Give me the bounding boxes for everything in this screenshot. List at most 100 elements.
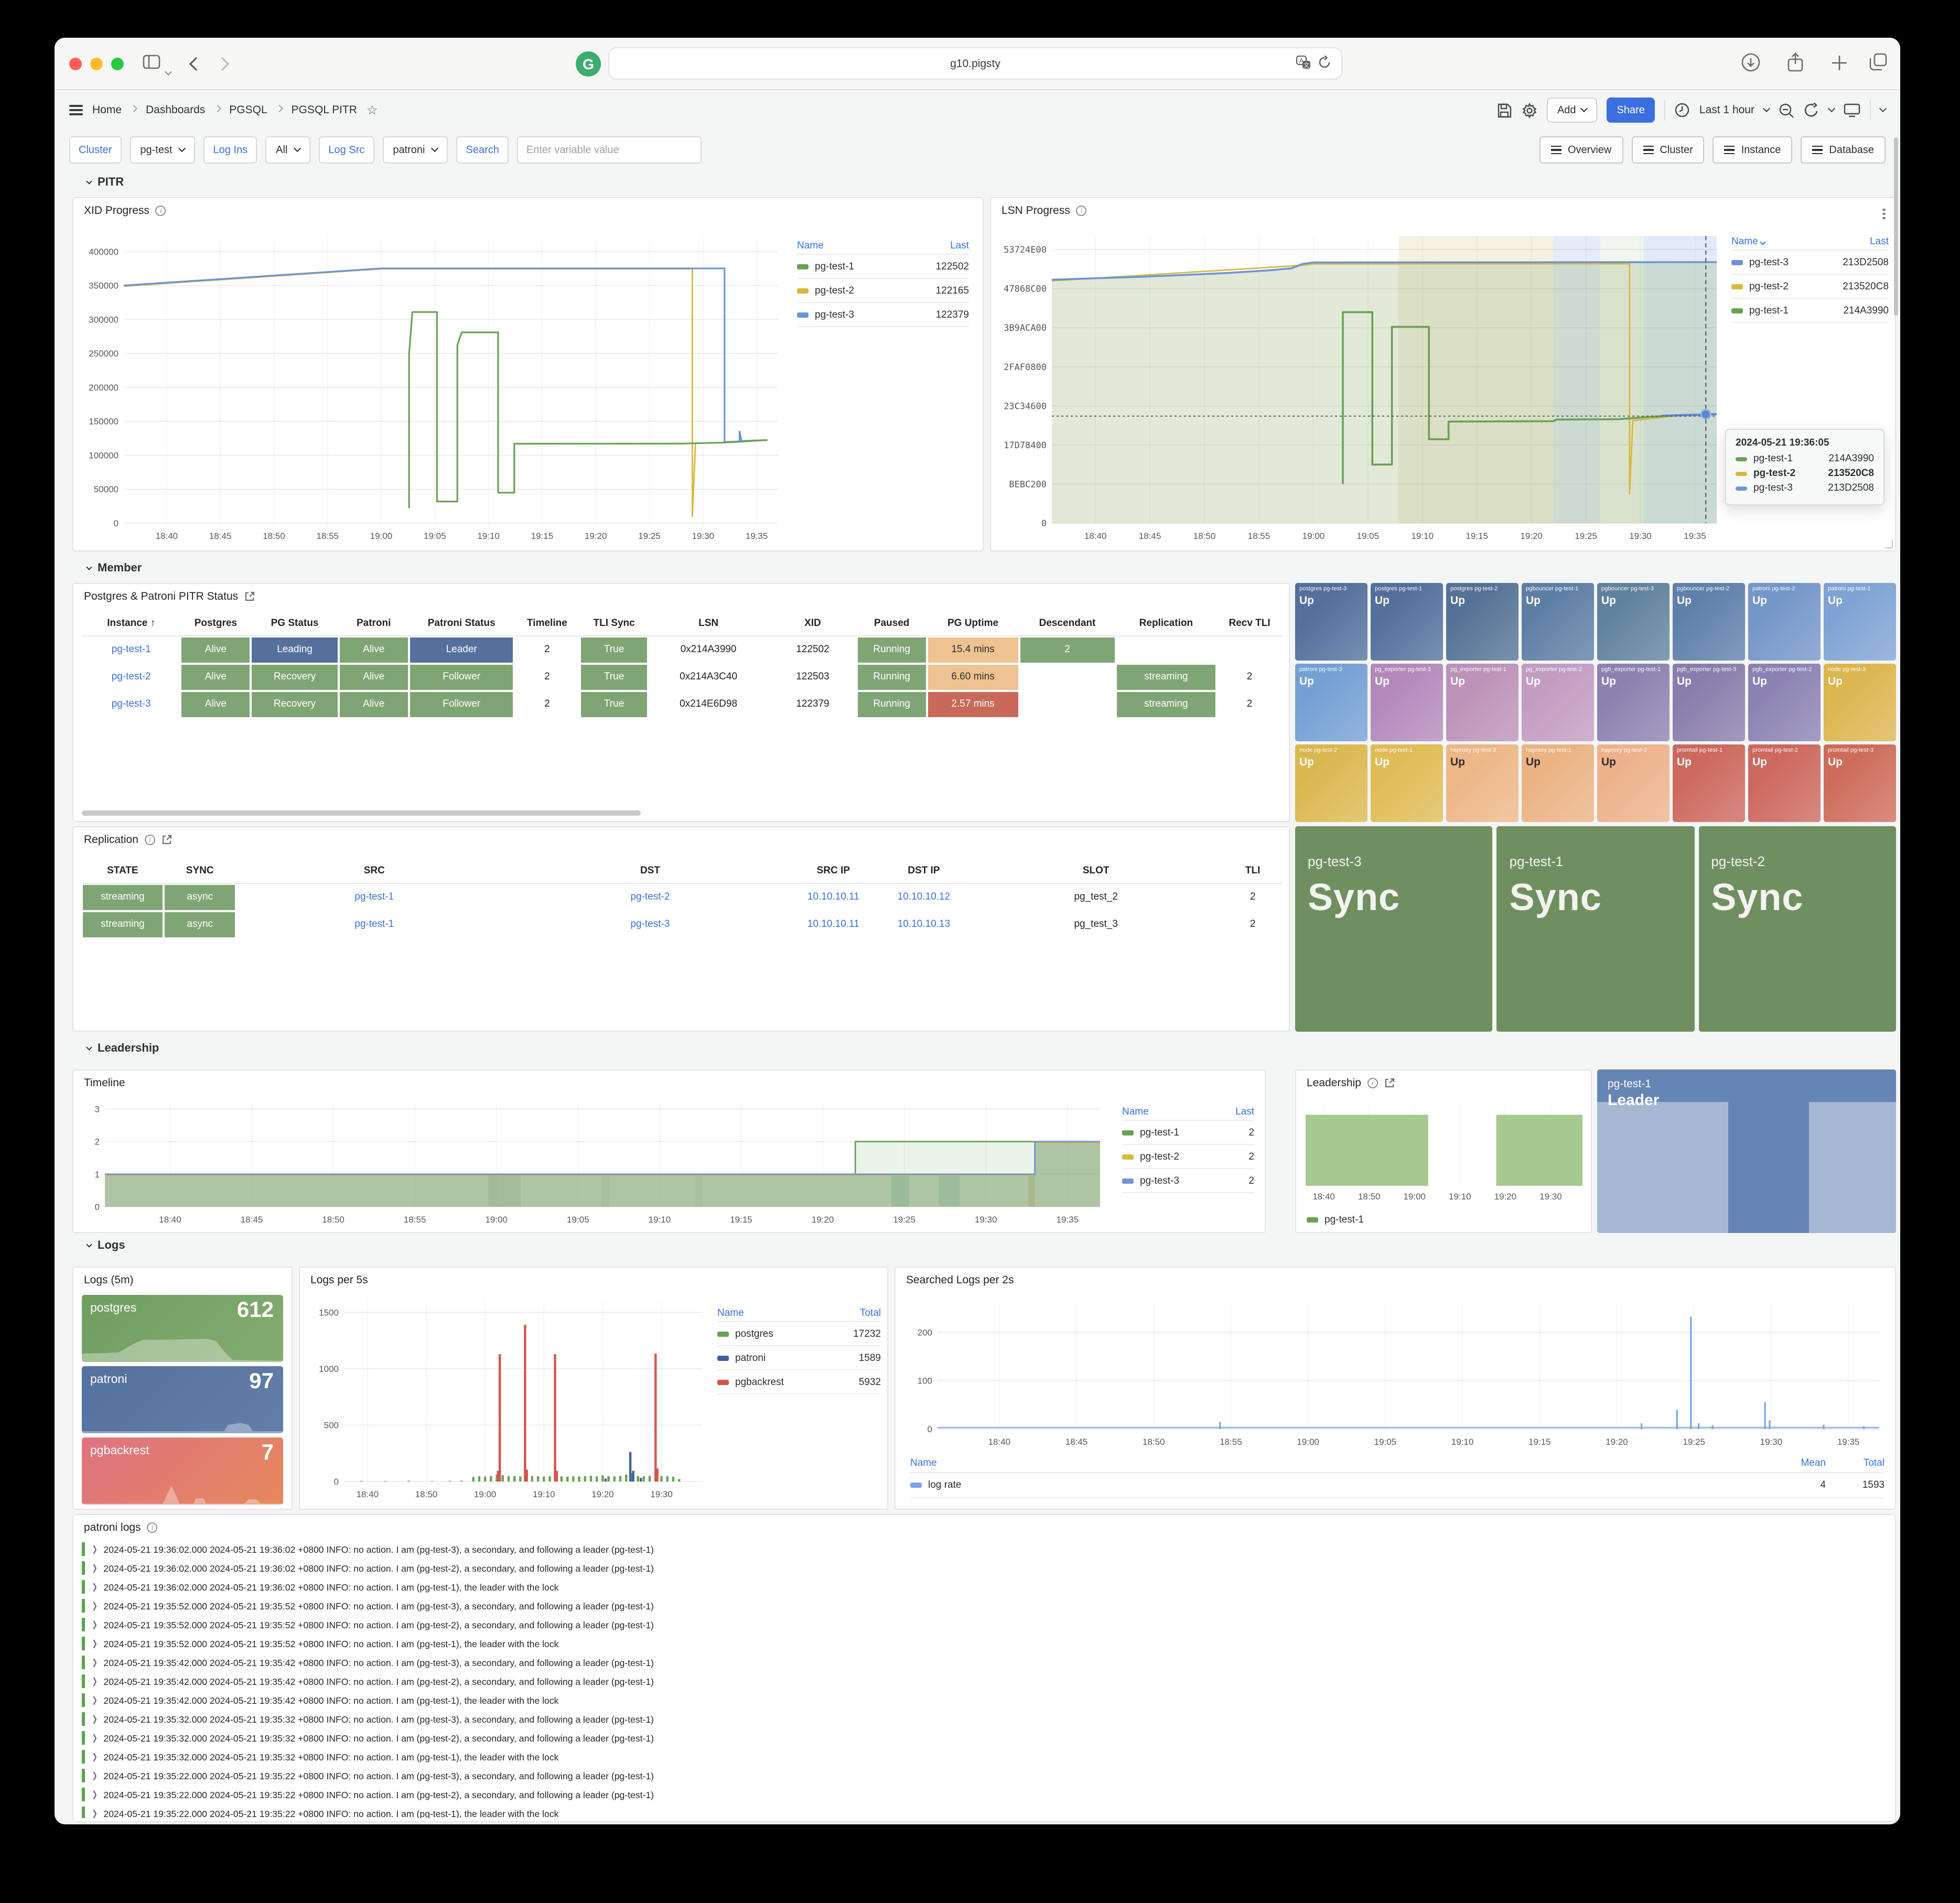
log-count-tile[interactable]: pgbackrest7	[82, 1437, 283, 1505]
table-header[interactable]: TLI	[1223, 859, 1283, 883]
breadcrumb-home[interactable]: Home	[92, 104, 122, 116]
section-logs[interactable]: Logs	[87, 1239, 125, 1252]
status-tile[interactable]: postgres pg-test-1Up	[1371, 583, 1443, 661]
panel-title[interactable]: Logs per 5s	[310, 1274, 368, 1286]
status-tile[interactable]: promtail pg-test-3Up	[1824, 744, 1896, 822]
status-tile[interactable]: pgb_exporter pg-test-3Up	[1673, 664, 1745, 741]
external-link-icon[interactable]	[161, 835, 172, 845]
variable-select-cluster[interactable]: pg-test	[130, 136, 195, 164]
status-tile[interactable]: pgb_exporter pg-test-1Up	[1597, 664, 1670, 741]
log-line[interactable]: ❯2024-05-21 19:35:32.000 2024-05-21 19:3…	[82, 1750, 1887, 1764]
legend-series-name[interactable]: log rate	[928, 1479, 1752, 1491]
status-tile[interactable]: postgres pg-test-3Up	[1295, 583, 1367, 661]
expand-chevron-icon[interactable]: ❯	[92, 1638, 98, 1648]
panel-title[interactable]: Logs (5m)	[84, 1274, 134, 1286]
expand-chevron-icon[interactable]: ❯	[92, 1563, 98, 1572]
status-tile[interactable]: postgres pg-test-2Up	[1446, 583, 1519, 661]
legend-header-name[interactable]: Name	[797, 240, 950, 252]
forward-button[interactable]	[220, 57, 230, 71]
table-header[interactable]: SRC IP	[788, 859, 879, 883]
panel-title[interactable]: XID Progress	[84, 204, 149, 217]
log-line[interactable]: ❯2024-05-21 19:36:02.000 2024-05-21 19:3…	[82, 1542, 1887, 1556]
legend-series-name[interactable]: pg-test-1	[815, 261, 936, 272]
log-line[interactable]: ❯2024-05-21 19:35:42.000 2024-05-21 19:3…	[82, 1693, 1887, 1707]
expand-chevron-icon[interactable]: ❯	[92, 1789, 98, 1799]
panel-title[interactable]: Timeline	[84, 1077, 125, 1089]
table-header[interactable]: Patroni	[339, 611, 409, 636]
panel-title[interactable]: patroni logs	[84, 1521, 141, 1534]
log-line[interactable]: ❯2024-05-21 19:35:22.000 2024-05-21 19:3…	[82, 1769, 1887, 1782]
status-tile[interactable]: pgbouncer pg-test-3Up	[1597, 583, 1670, 661]
legend-series-name[interactable]: pg-test-3	[815, 309, 936, 320]
status-tile[interactable]: haproxy pg-test-1Up	[1522, 744, 1594, 822]
legend-series-name[interactable]: pg-test-2	[815, 285, 936, 296]
table-header[interactable]: PG Uptime	[927, 611, 1019, 636]
search-variable-input[interactable]	[517, 136, 702, 164]
expand-chevron-icon[interactable]: ❯	[92, 1582, 98, 1591]
table-header[interactable]: STATE	[82, 859, 164, 883]
log-count-tile[interactable]: postgres612	[82, 1295, 283, 1362]
log-count-tile[interactable]: patroni97	[82, 1366, 283, 1433]
expand-chevron-icon[interactable]: ❯	[92, 1770, 98, 1780]
panel-resize-handle[interactable]	[1884, 540, 1893, 548]
table-header[interactable]: Paused	[857, 611, 927, 636]
legend-header-value[interactable]: Last	[1235, 1106, 1254, 1118]
external-link-icon[interactable]	[1384, 1078, 1395, 1088]
back-button[interactable]	[189, 57, 198, 71]
add-button[interactable]: Add	[1547, 98, 1597, 123]
address-bar[interactable]: g10.pigsty A文	[608, 47, 1342, 80]
legend-header-value[interactable]: Total	[860, 1307, 881, 1319]
legend-series-name[interactable]: pg-test-1	[1324, 1214, 1364, 1226]
table-header[interactable]: SYNC	[164, 859, 236, 883]
table-cell-link[interactable]: pg-test-1	[83, 637, 179, 663]
legend-header-value[interactable]: Last	[950, 240, 969, 252]
legend-header-name[interactable]: Name	[717, 1307, 860, 1319]
view-button-database[interactable]: Database	[1801, 136, 1886, 164]
legend-series-name[interactable]: pg-test-1	[1140, 1127, 1248, 1138]
legend-header-value[interactable]: Last	[1870, 236, 1889, 247]
table-cell-link[interactable]: pg-test-1	[238, 885, 511, 910]
refresh-icon[interactable]	[1804, 102, 1819, 118]
zoom-window-button[interactable]	[111, 58, 124, 70]
minimize-window-button[interactable]	[90, 58, 103, 70]
table-header[interactable]: Patroni Status	[409, 611, 514, 636]
expand-chevron-icon[interactable]: ❯	[92, 1714, 98, 1723]
status-tile[interactable]: patroni pg-test-3Up	[1295, 664, 1367, 741]
time-range-caret-icon[interactable]	[1763, 105, 1770, 112]
table-header[interactable]: TLI Sync	[580, 611, 648, 636]
table-header[interactable]: XID	[769, 611, 856, 636]
variable-select-logins[interactable]: All	[265, 136, 310, 164]
info-icon[interactable]: i	[1076, 206, 1087, 216]
log-line[interactable]: ❯2024-05-21 19:35:42.000 2024-05-21 19:3…	[82, 1656, 1887, 1669]
settings-gear-icon[interactable]	[1522, 102, 1537, 118]
breadcrumb-dashboards[interactable]: Dashboards	[146, 104, 205, 116]
leadership-legend[interactable]: pg-test-1	[1307, 1214, 1364, 1226]
table-header[interactable]: Recv TLI	[1216, 611, 1283, 636]
table-cell-link[interactable]: 10.10.10.11	[789, 912, 878, 937]
info-icon[interactable]: i	[1367, 1078, 1378, 1088]
legend-series-name[interactable]: pg-test-3	[1749, 256, 1843, 268]
panel-title[interactable]: LSN Progress	[1001, 204, 1070, 217]
expand-chevron-icon[interactable]: ❯	[92, 1808, 98, 1818]
status-tile[interactable]: promtail pg-test-2Up	[1748, 744, 1821, 822]
view-button-cluster[interactable]: Cluster	[1631, 136, 1704, 164]
legend-series-name[interactable]: pg-test-2	[1140, 1151, 1248, 1162]
status-tile[interactable]: node pg-test-2Up	[1295, 744, 1367, 822]
horizontal-scrollbar[interactable]	[82, 810, 641, 816]
legend-series-name[interactable]: pgbackrest	[735, 1376, 859, 1388]
log-line[interactable]: ❯2024-05-21 19:35:22.000 2024-05-21 19:3…	[82, 1788, 1887, 1801]
view-button-instance[interactable]: Instance	[1713, 136, 1793, 164]
table-cell-link[interactable]: pg-test-2	[513, 885, 787, 910]
panel-title[interactable]: Searched Logs per 2s	[906, 1274, 1014, 1286]
table-cell-link[interactable]: pg-test-3	[83, 692, 179, 717]
table-cell-link[interactable]: pg-test-3	[513, 912, 787, 937]
log-line[interactable]: ❯2024-05-21 19:35:52.000 2024-05-21 19:3…	[82, 1599, 1887, 1613]
status-tile[interactable]: pg_exporter pg-test-3Up	[1371, 664, 1443, 741]
close-window-button[interactable]	[69, 58, 82, 70]
status-tile[interactable]: pg_exporter pg-test-1Up	[1446, 664, 1519, 741]
sync-tile[interactable]: pg-test-1Sync	[1497, 826, 1695, 1032]
translate-icon[interactable]: A文	[1296, 56, 1311, 69]
table-cell-link[interactable]: 10.10.10.11	[789, 885, 878, 910]
table-cell-link[interactable]: pg-test-2	[83, 665, 179, 690]
zoom-out-icon[interactable]	[1779, 102, 1794, 118]
